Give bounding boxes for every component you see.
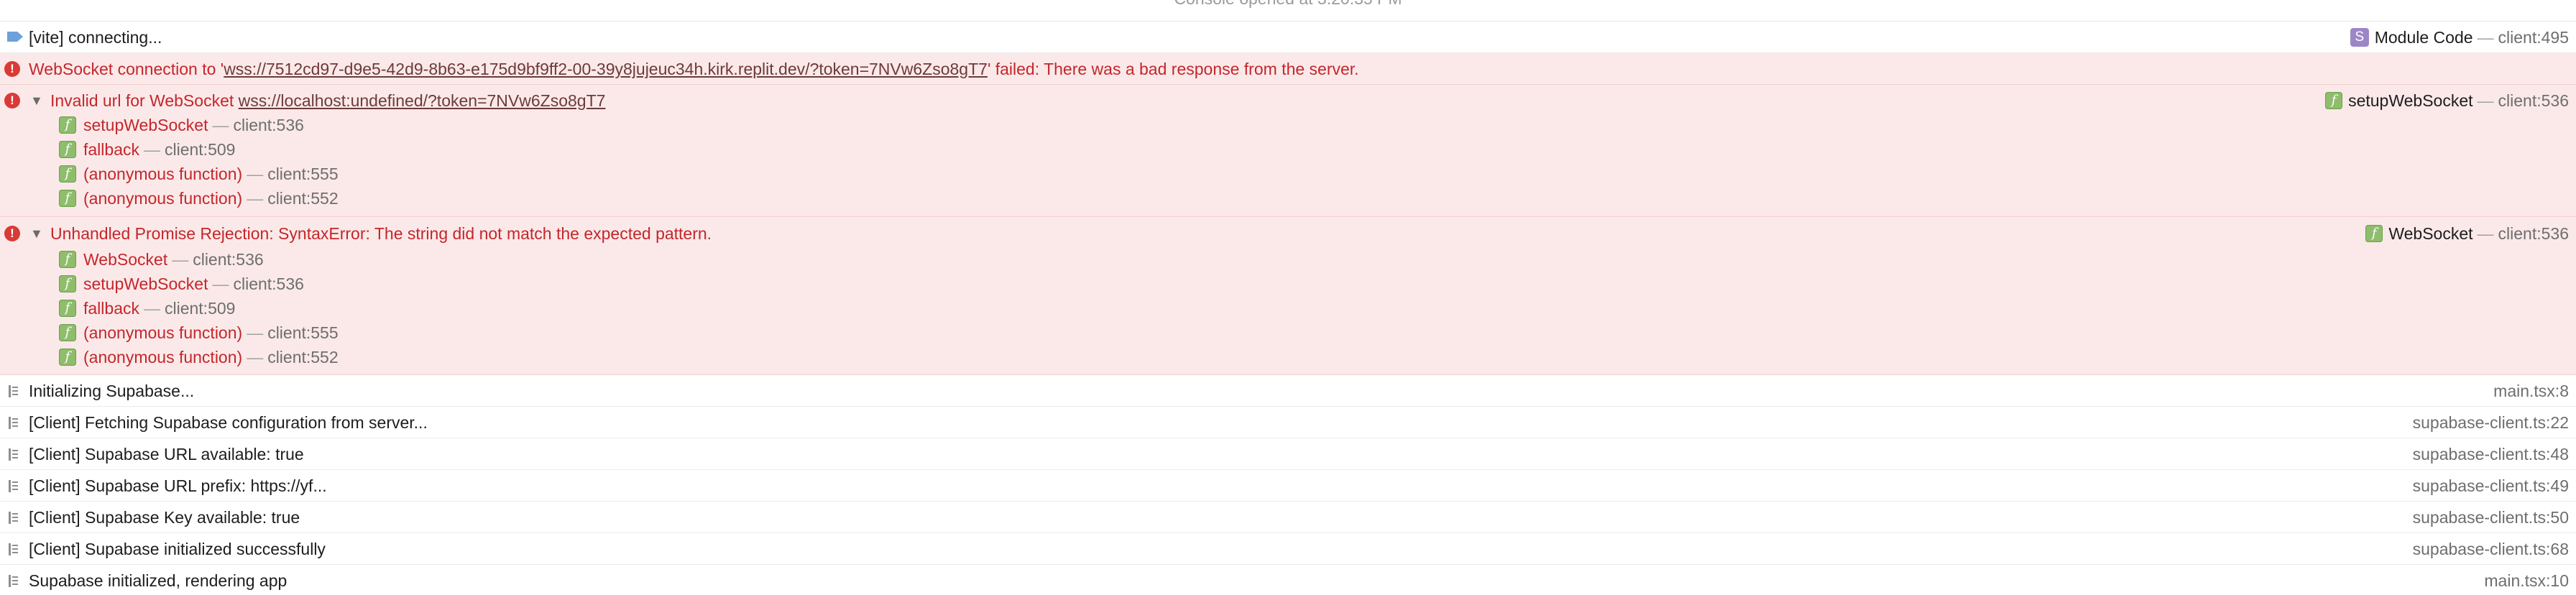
module-code-icon: S: [2350, 28, 2369, 47]
stack-frame[interactable]: f setupWebSocket — client:536: [59, 272, 2576, 296]
console-message-vite[interactable]: [vite] connecting... S Module Code — cli…: [0, 22, 2576, 53]
function-icon: f: [2365, 225, 2383, 242]
stack-frame-location-link[interactable]: client:509: [165, 137, 235, 162]
stack-frame-location-link[interactable]: client:536: [233, 113, 303, 137]
function-icon: f: [59, 165, 76, 183]
error-icon: !: [4, 226, 20, 241]
error-icon: !: [4, 93, 20, 109]
function-icon: f: [59, 190, 76, 207]
stack-frame[interactable]: f WebSocket — client:536: [59, 247, 2576, 272]
error-message: Invalid url for WebSocket wss://localhos…: [50, 91, 606, 110]
message-text: [Client] Supabase initialized successful…: [29, 540, 326, 558]
stack-frame[interactable]: f fallback — client:509: [59, 296, 2576, 320]
websocket-url-link[interactable]: wss://7512cd97-d9e5-42d9-8b63-e175d9bf9f…: [224, 60, 988, 78]
error-message: Unhandled Promise Rejection: SyntaxError…: [50, 224, 712, 243]
stack-frame[interactable]: f (anonymous function) — client:555: [59, 320, 2576, 345]
log-icon: [9, 480, 19, 492]
source-location-link[interactable]: client:536: [2498, 221, 2569, 246]
function-icon: f: [59, 116, 76, 134]
stack-frame[interactable]: f fallback — client:509: [59, 137, 2576, 162]
function-icon: f: [59, 275, 76, 292]
message-text: Supabase initialized, rendering app: [29, 571, 288, 590]
log-icon: [9, 543, 19, 555]
function-icon: f: [2325, 92, 2343, 109]
source-location-link[interactable]: supabase-client.ts:48: [2413, 442, 2569, 466]
source-location-link[interactable]: main.tsx:10: [2484, 568, 2569, 593]
source-name: WebSocket: [2388, 224, 2473, 243]
source-location-link[interactable]: client:495: [2498, 25, 2569, 50]
stack-frame[interactable]: f (anonymous function) — client:552: [59, 186, 2576, 211]
console-error-websocket-connection[interactable]: ! WebSocket connection to 'wss://7512cd9…: [0, 53, 2576, 85]
function-icon: f: [59, 324, 76, 341]
websocket-url-link[interactable]: wss://localhost:undefined/?token=7NVw6Zs…: [239, 91, 606, 110]
function-icon: f: [59, 141, 76, 158]
source-location-link[interactable]: supabase-client.ts:50: [2413, 505, 2569, 530]
stack-frame-location-link[interactable]: client:552: [267, 345, 338, 369]
error-message: WebSocket connection to 'wss://7512cd97-…: [29, 60, 1359, 78]
message-text: [Client] Supabase URL prefix: https://yf…: [29, 476, 327, 495]
stack-frame-location-link[interactable]: client:536: [233, 272, 303, 296]
message-text: [Client] Fetching Supabase configuration…: [29, 413, 428, 432]
console-log-message[interactable]: [Client] Supabase URL available: true su…: [0, 438, 2576, 470]
console-log-message[interactable]: [Client] Fetching Supabase configuration…: [0, 407, 2576, 438]
disclosure-triangle-icon[interactable]: ▼: [30, 88, 43, 113]
message-text: [vite] connecting...: [29, 28, 162, 47]
stack-frame-location-link[interactable]: client:555: [267, 162, 338, 186]
function-icon: f: [59, 251, 76, 268]
stack-frame-location-link[interactable]: client:552: [267, 186, 338, 211]
source-location-link[interactable]: supabase-client.ts:49: [2413, 474, 2569, 498]
log-icon: [9, 575, 19, 587]
stack-frame[interactable]: f setupWebSocket — client:536: [59, 113, 2576, 137]
stack-frame[interactable]: f (anonymous function) — client:552: [59, 345, 2576, 369]
message-text: [Client] Supabase Key available: true: [29, 508, 300, 527]
source-location-link[interactable]: main.tsx:8: [2493, 379, 2569, 403]
console-panel: Console opened at 3:20:35 PM [vite] conn…: [0, 0, 2576, 595]
log-icon: [9, 385, 19, 397]
log-icon: [9, 448, 19, 461]
disclosure-triangle-icon[interactable]: ▼: [30, 221, 43, 246]
stack-frame-location-link[interactable]: client:509: [165, 296, 235, 320]
source-name: Module Code: [2374, 28, 2473, 47]
console-log-message[interactable]: Supabase initialized, rendering app main…: [0, 565, 2576, 595]
log-tag-icon: [7, 32, 23, 42]
log-icon: [9, 512, 19, 524]
source-name: setupWebSocket: [2348, 91, 2473, 110]
stack-frame-location-link[interactable]: client:555: [267, 320, 338, 345]
console-log-message[interactable]: [Client] Supabase initialized successful…: [0, 533, 2576, 565]
source-location-link[interactable]: client:536: [2498, 88, 2569, 113]
console-error-invalid-url[interactable]: ! ▼ Invalid url for WebSocket wss://loca…: [0, 85, 2576, 217]
console-opened-banner: Console opened at 3:20:35 PM: [0, 0, 2576, 9]
function-icon: f: [59, 349, 76, 366]
stack-frame-location-link[interactable]: client:536: [193, 247, 263, 272]
error-icon: !: [4, 61, 20, 77]
source-location-link[interactable]: supabase-client.ts:22: [2413, 410, 2569, 435]
console-log-message[interactable]: [Client] Supabase Key available: true su…: [0, 502, 2576, 533]
console-log-message[interactable]: Initializing Supabase... main.tsx:8: [0, 375, 2576, 407]
console-error-unhandled-rejection[interactable]: ! ▼ Unhandled Promise Rejection: SyntaxE…: [0, 217, 2576, 375]
function-icon: f: [59, 300, 76, 317]
log-icon: [9, 417, 19, 429]
message-text: Initializing Supabase...: [29, 382, 195, 400]
message-text: [Client] Supabase URL available: true: [29, 445, 304, 463]
console-log-message[interactable]: [Client] Supabase URL prefix: https://yf…: [0, 470, 2576, 502]
source-location-link[interactable]: supabase-client.ts:68: [2413, 537, 2569, 561]
stack-frame[interactable]: f (anonymous function) — client:555: [59, 162, 2576, 186]
